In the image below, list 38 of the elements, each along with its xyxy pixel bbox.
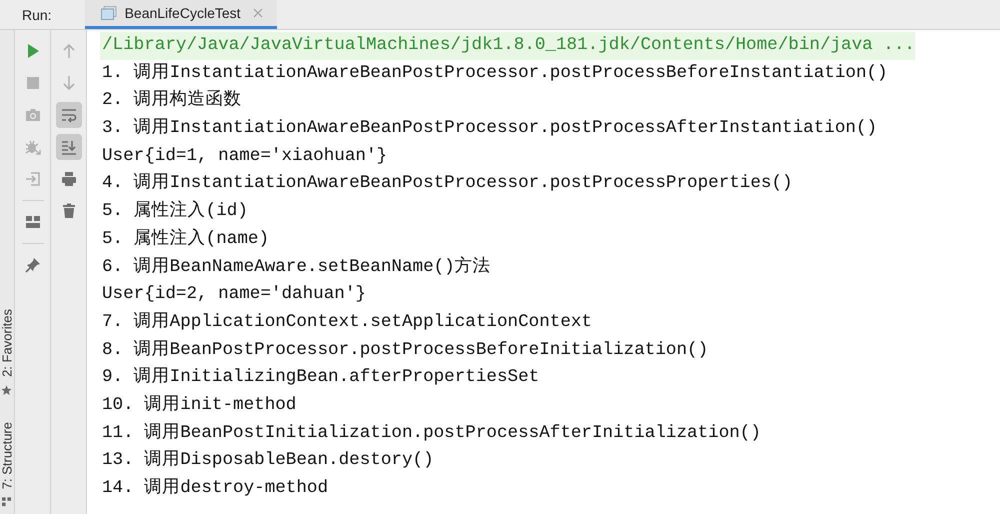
pin-icon — [24, 257, 40, 273]
stop-icon — [24, 75, 40, 91]
output-line: 9. 调用InitializingBean.afterPropertiesSet — [101, 366, 540, 390]
scroll-button[interactable] — [56, 134, 82, 160]
side-tab[interactable]: 7: Structure — [0, 422, 14, 506]
wrap-button[interactable] — [56, 102, 82, 128]
close-icon[interactable] — [252, 8, 263, 18]
output-line: 8. 调用BeanPostProcessor.postProcessBeforeInitialization() — [101, 338, 708, 362]
wrap-icon — [60, 107, 76, 123]
trash-icon — [60, 203, 76, 219]
output-line: 14. 调用destroy-method — [101, 477, 328, 500]
output-line: 3. 调用InstantiationAwareBeanPostProcessor.postProcessAfterInstantiation() — [101, 117, 878, 140]
layout-icon — [24, 214, 40, 230]
output-line: 5. 属性注入(name) — [101, 227, 270, 251]
output-line: 10. 调用init-method — [101, 394, 296, 417]
output-line: User{id=2, name='dahuan'} — [101, 283, 366, 306]
output-line: 6. 调用BeanNameAware.setBeanName()方法 — [101, 255, 491, 278]
output-line: 2. 调用构造函数 — [101, 88, 242, 112]
down-arrow-icon — [60, 75, 76, 91]
print-icon — [60, 171, 76, 187]
bug-icon — [24, 139, 40, 155]
output-line: 13. 调用DisposableBean.destory() — [101, 449, 434, 472]
output-line: User{id=1, name='xiaohuan'} — [101, 144, 388, 168]
output-line: 7. 调用ApplicationContext.setApplicationContext — [101, 310, 592, 334]
star-icon — [2, 384, 12, 396]
output-line: 11. 调用BeanPostInitialization.postProcessAfterInitialization() — [101, 422, 761, 445]
side-tab[interactable]: 2: Favorites — [0, 308, 14, 396]
exit-icon — [24, 171, 40, 187]
run-tab[interactable]: BeanLifeCycleTest — [84, 0, 277, 29]
scroll-to-end-icon — [60, 139, 76, 155]
window-icon — [100, 6, 117, 20]
camera-icon — [24, 107, 40, 123]
up-arrow-icon — [60, 43, 76, 59]
output-line: 4. 调用InstantiationAwareBeanPostProcessor.postProcessProperties() — [101, 172, 793, 196]
output-line: 1. 调用InstantiationAwareBeanPostProcessor.postProcessBeforeInstantiation() — [101, 62, 888, 85]
output-line: 5. 属性注入(id) — [101, 199, 248, 224]
structure-icon — [2, 497, 12, 506]
run-label: Run: — [22, 6, 52, 22]
